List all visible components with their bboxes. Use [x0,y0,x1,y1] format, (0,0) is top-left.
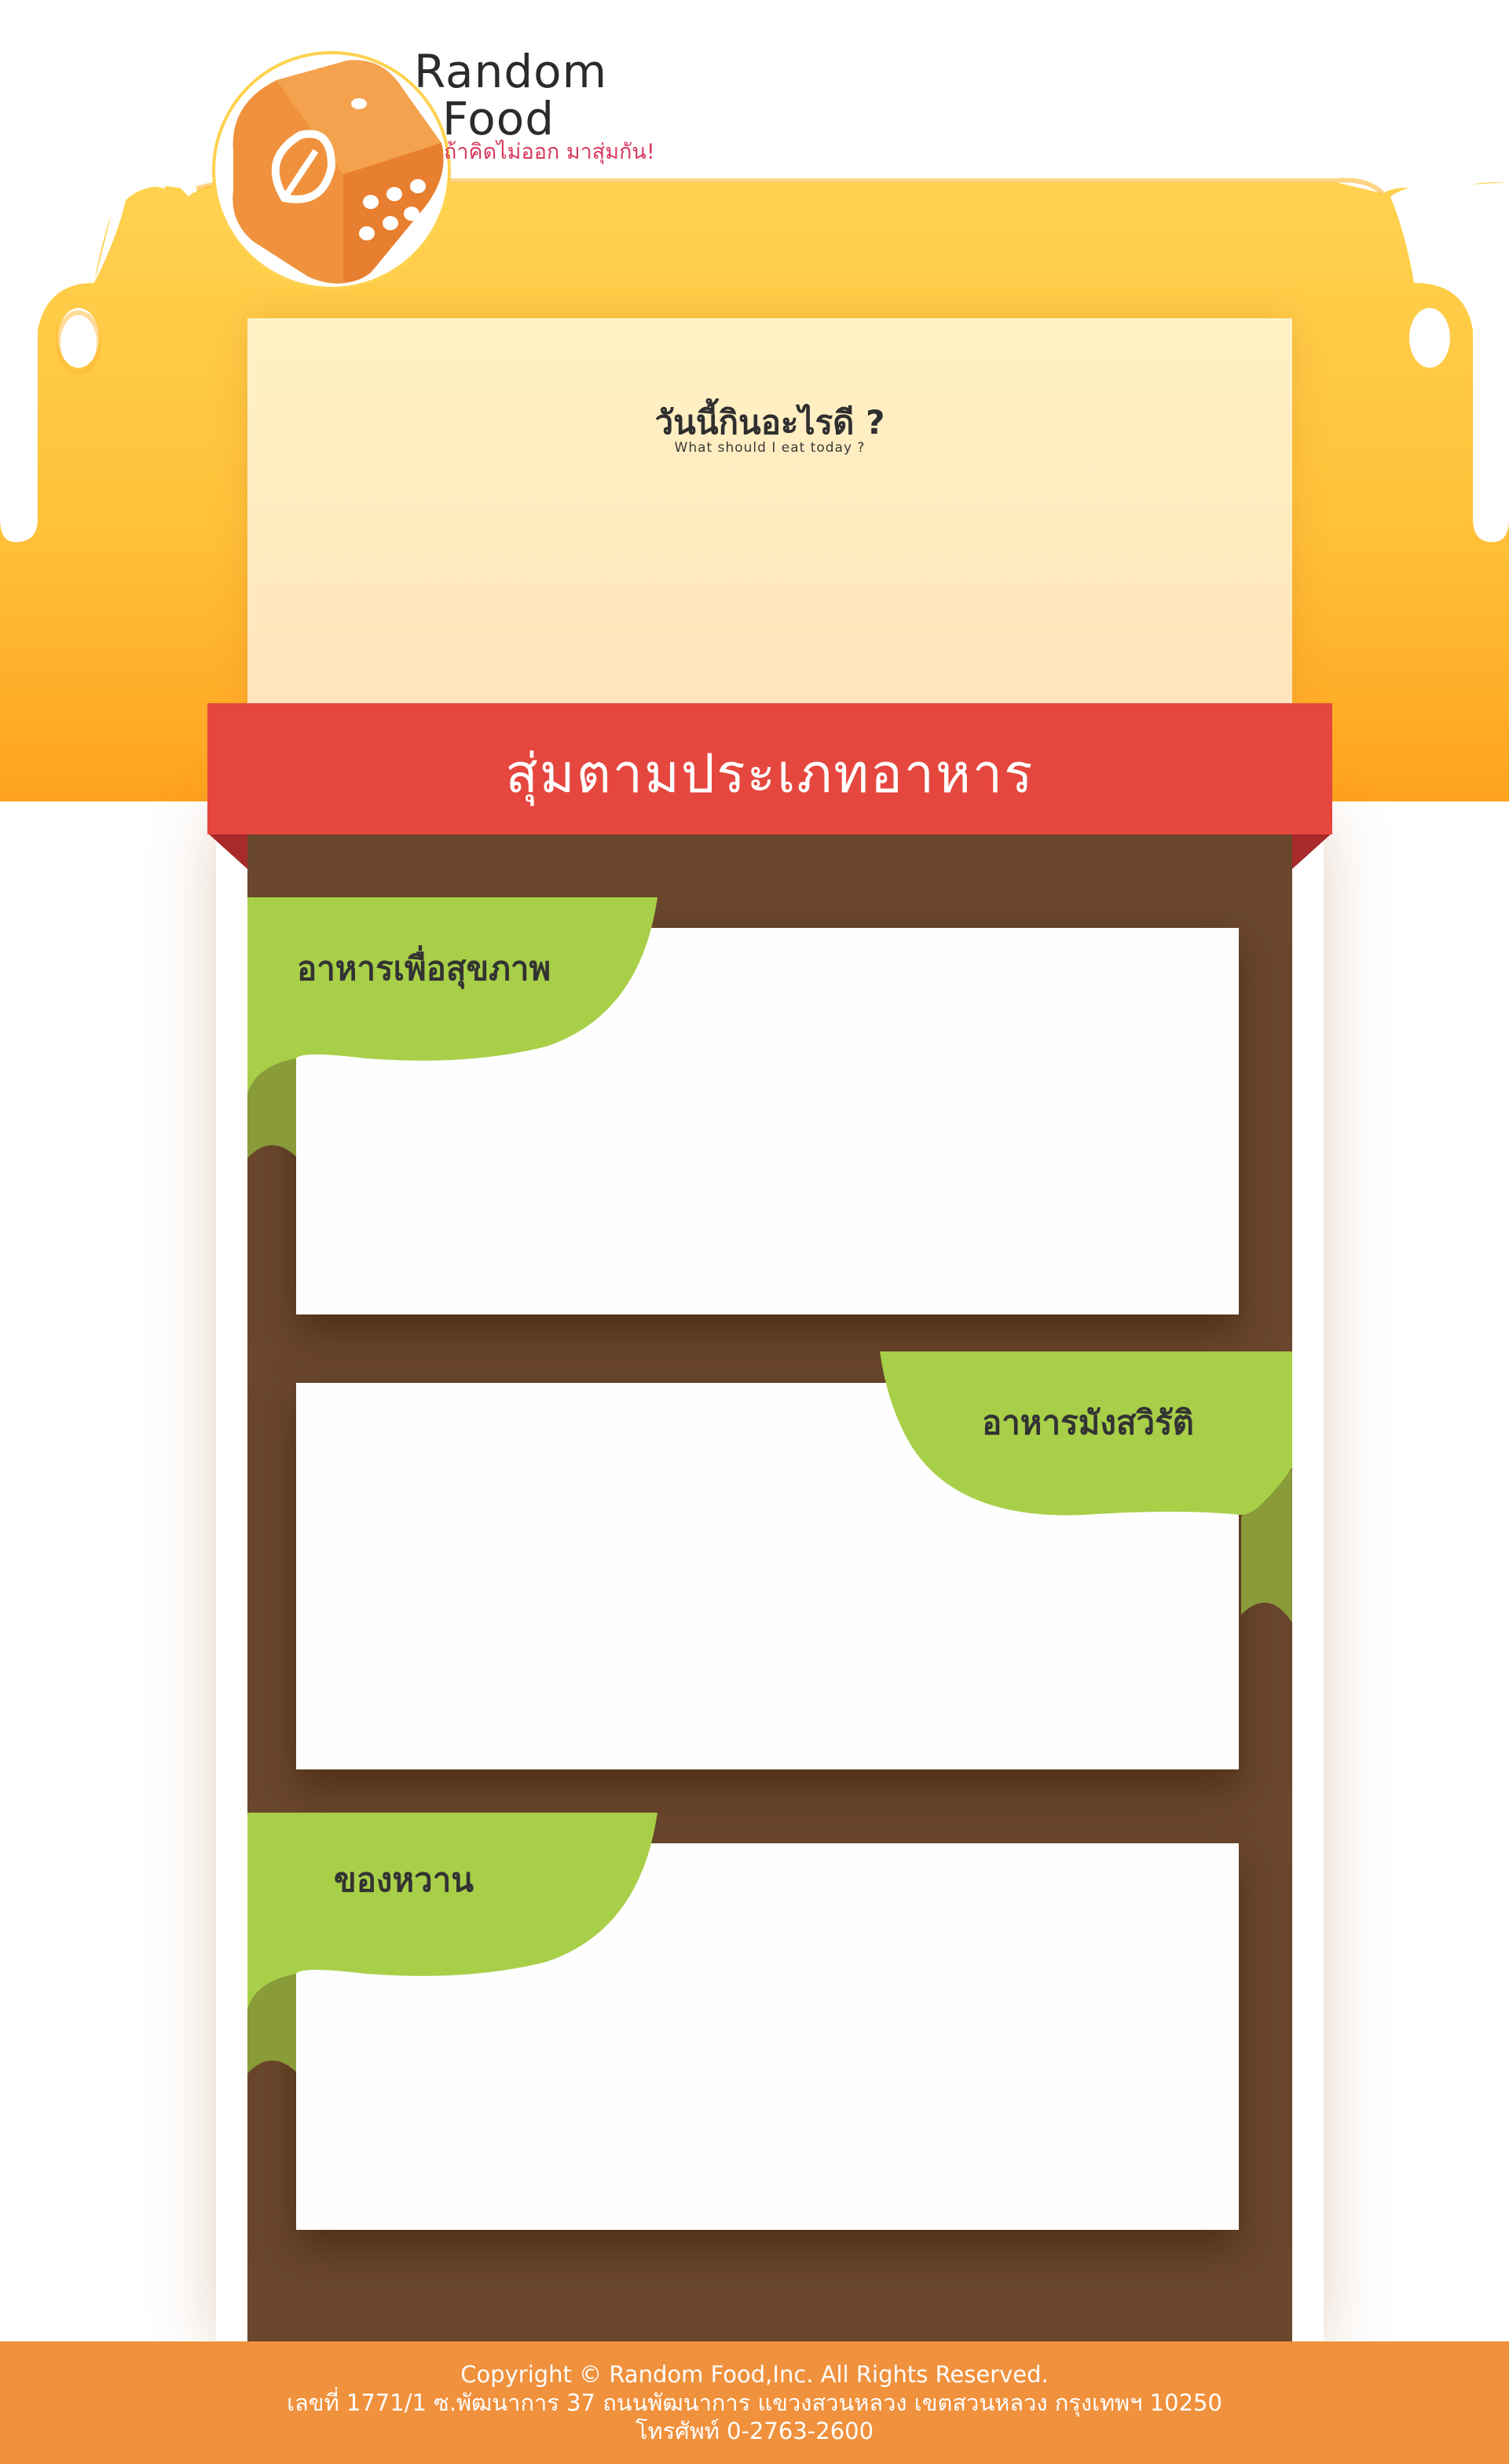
intro-card [247,318,1292,711]
category-label-healthy: อาหารเพื่อสุขภาพ [297,949,551,988]
intro-subtitle: What should I eat today ? [674,440,866,456]
brand-name-line2: Food [442,92,555,145]
category-tag-dessert [247,1813,657,2074]
category-label-vegetarian: อาหารมังสวิรัติ [982,1403,1194,1442]
footer-address: เลขที่ 1771/1 ซ.พัฒนาการ 37 ถนนพัฒนาการ … [287,2389,1222,2416]
footer-copyright: Copyright © Random Food,Inc. All Rights … [460,2361,1049,2388]
ribbon-fold-left [207,833,247,869]
category-tag-vegetarian [880,1351,1292,1622]
brand-name-line1: Random [414,45,608,98]
brand-tagline: ถ้าคิดไม่ออก มาสุ่มกัน! [444,140,655,164]
footer-phone: โทรศัพท์ 0-2763-2600 [635,2418,874,2444]
section-heading: สุ่มตามประเภทอาหาร [505,743,1035,805]
ribbon-fold-right [1292,833,1332,869]
category-label-dessert: ของหวาน [334,1861,474,1899]
category-tag-healthy [247,897,657,1158]
